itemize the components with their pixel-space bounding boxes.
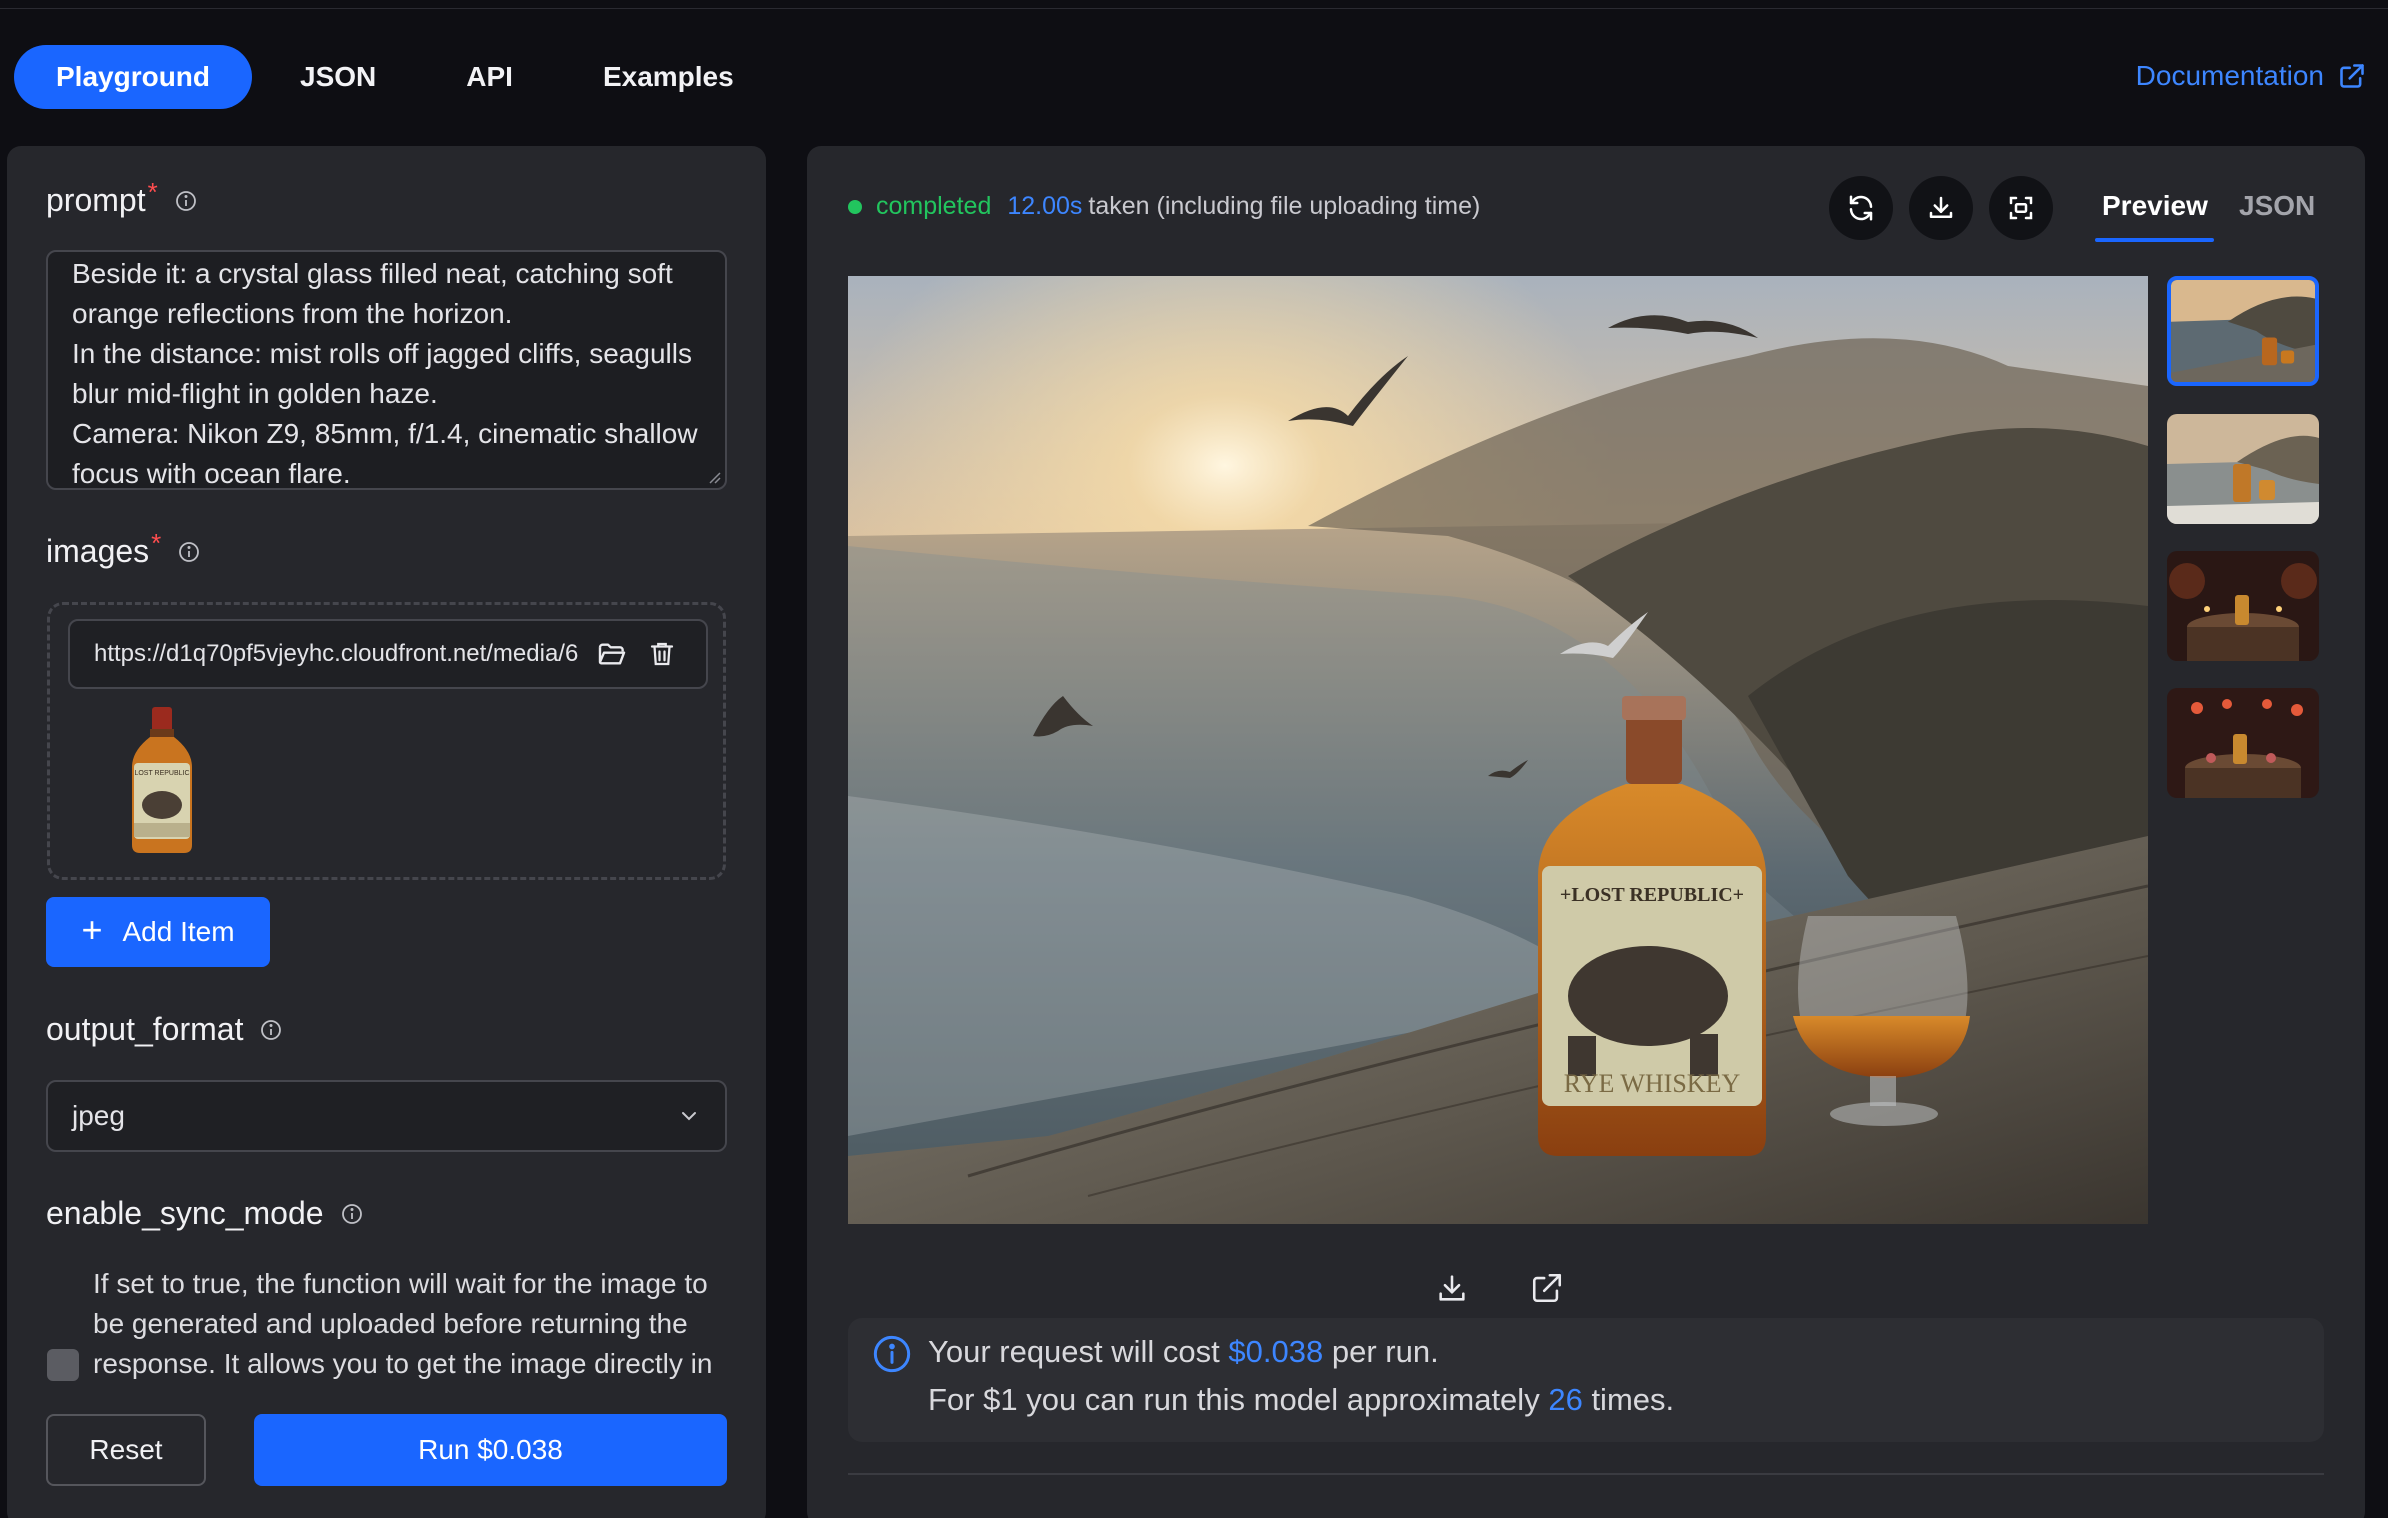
sync-mode-label: enable_sync_mode — [46, 1195, 324, 1231]
download-icon — [1929, 196, 1953, 218]
download-button[interactable] — [1909, 176, 1973, 240]
chevron-down-icon — [682, 1112, 696, 1121]
section-divider — [848, 1473, 2324, 1475]
required-mark: * — [147, 177, 158, 207]
output-format-label: output_format — [46, 1011, 244, 1047]
tab-json-output[interactable]: JSON — [2239, 190, 2315, 222]
cost-line-1: Your request will cost $0.038 per run. — [928, 1334, 1439, 1370]
run-status: completed 12.00s taken (including file u… — [848, 192, 1480, 221]
run-button[interactable]: Run $0.038 — [254, 1414, 727, 1486]
plus-icon: + — [81, 909, 103, 950]
output-format-select[interactable]: jpeg — [46, 1080, 727, 1152]
prompt-line: Beside it: a crystal glass filled neat, … — [72, 258, 673, 289]
cost-info-box: Your request will cost $0.038 per run. F… — [848, 1318, 2324, 1442]
output-format-label-row: output_format — [46, 1011, 283, 1048]
cost-line-2: For $1 you can run this model approximat… — [928, 1382, 1674, 1418]
svg-text:+LOST REPUBLIC+: +LOST REPUBLIC+ — [1560, 884, 1744, 906]
trash-icon[interactable] — [644, 636, 680, 672]
status-text: completed — [876, 192, 992, 220]
required-mark: * — [151, 528, 162, 558]
svg-text:LOST REPUBLIC: LOST REPUBLIC — [134, 770, 189, 777]
add-item-label: Add Item — [122, 916, 235, 947]
info-icon[interactable] — [259, 1018, 283, 1042]
folder-open-icon[interactable] — [594, 636, 630, 672]
documentation-label: Documentation — [2135, 60, 2324, 91]
runs-count: 26 — [1548, 1382, 1583, 1417]
tab-examples[interactable]: Examples — [561, 45, 776, 109]
cost-prefix: Your request will cost — [928, 1334, 1220, 1369]
add-item-button[interactable]: + Add Item — [46, 897, 270, 967]
result-thumbnail[interactable] — [2167, 276, 2319, 386]
refresh-icon — [1849, 195, 1873, 221]
output-format-value: jpeg — [72, 1100, 125, 1131]
rerun-button[interactable] — [1829, 176, 1893, 240]
sync-mode-checkbox[interactable] — [47, 1349, 79, 1381]
generated-image-preview[interactable]: +LOST REPUBLIC+ RYE WHISKEY — [848, 276, 2148, 1224]
input-form-panel: prompt * Beside it: a crystal glass fill… — [7, 146, 766, 1518]
prompt-line: blur mid-flight in golden haze. — [72, 378, 438, 409]
resize-grip-icon[interactable] — [707, 470, 721, 484]
sync-mode-description: If set to true, the function will wait f… — [93, 1268, 713, 1379]
prompt-line: orange reflections from the horizon. — [72, 298, 513, 329]
prompt-textarea[interactable]: Beside it: a crystal glass filled neat, … — [46, 250, 727, 490]
tab-playground[interactable]: Playground — [14, 45, 253, 109]
runs-suffix: times. — [1591, 1382, 1675, 1417]
prompt-label: prompt — [46, 182, 146, 218]
image-url-value: https://d1q70pf5vjeyhc.cloudfront.net/me… — [94, 640, 579, 667]
fullscreen-button[interactable] — [1989, 176, 2053, 240]
active-tab-indicator — [2095, 238, 2214, 242]
result-panel: completed 12.00s taken (including file u… — [807, 146, 2365, 1518]
sync-mode-label-row: enable_sync_mode — [46, 1195, 364, 1232]
cost-price: $0.038 — [1228, 1334, 1324, 1369]
runs-prefix: For $1 you can run this model approximat… — [928, 1382, 1540, 1417]
result-thumbnail[interactable] — [2167, 414, 2319, 524]
documentation-link[interactable]: Documentation — [2136, 60, 2366, 92]
prompt-line: focus with ocean flare. — [72, 458, 351, 489]
open-in-new-tab-icon[interactable] — [1530, 1271, 1564, 1305]
focus-frame-icon — [2009, 196, 2033, 220]
status-dot — [848, 199, 862, 214]
result-thumbnail[interactable] — [2167, 688, 2319, 798]
images-label: images — [46, 533, 150, 569]
mode-tabs: Playground JSON API Examples — [14, 45, 782, 109]
svg-text:RYE WHISKEY: RYE WHISKEY — [1564, 1069, 1741, 1098]
cost-suffix: per run. — [1331, 1334, 1439, 1369]
elapsed-time-suffix: taken (including file uploading time) — [1088, 192, 1481, 220]
tab-preview[interactable]: Preview — [2102, 190, 2208, 222]
tab-api[interactable]: API — [424, 45, 555, 109]
prompt-label-row: prompt * — [46, 177, 198, 219]
image-url-input[interactable]: https://d1q70pf5vjeyhc.cloudfront.net/me… — [68, 619, 708, 689]
info-circle-icon — [873, 1335, 911, 1373]
uploaded-image-thumbnail: LOST REPUBLIC — [132, 707, 192, 853]
prompt-line: Camera: Nikon Z9, 85mm, f/1.4, cinematic… — [72, 418, 698, 449]
info-icon[interactable] — [177, 540, 201, 564]
images-label-row: images * — [46, 528, 201, 570]
elapsed-time: 12.00s — [1007, 192, 1083, 220]
image-dropzone[interactable]: https://d1q70pf5vjeyhc.cloudfront.net/me… — [47, 602, 726, 880]
external-link-icon — [2340, 64, 2364, 88]
top-divider — [0, 8, 2388, 9]
info-icon[interactable] — [174, 189, 198, 213]
prompt-line: In the distance: mist rolls off jagged c… — [72, 338, 692, 369]
result-thumbnail[interactable] — [2167, 551, 2319, 661]
reset-button[interactable]: Reset — [46, 1414, 206, 1486]
info-icon[interactable] — [340, 1202, 364, 1226]
download-icon[interactable] — [1435, 1271, 1469, 1305]
tab-json[interactable]: JSON — [258, 45, 418, 109]
